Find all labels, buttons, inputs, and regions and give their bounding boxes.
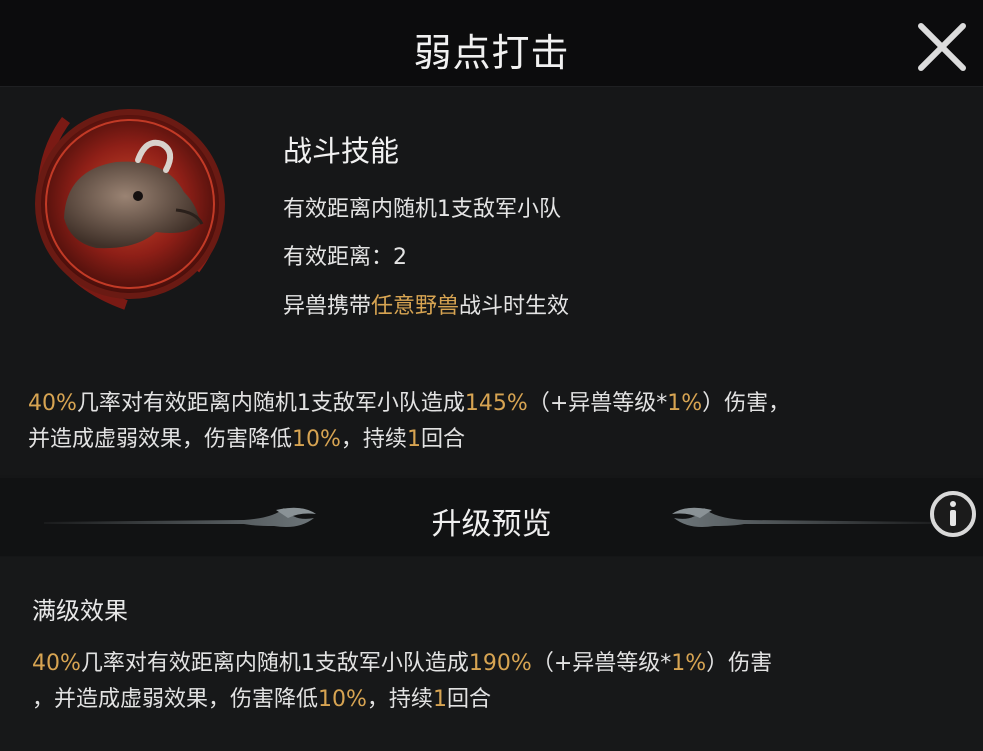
effect-text: 几率对有效距离内随机1支敌军小队造成 — [76, 391, 465, 416]
close-icon — [918, 23, 966, 71]
effect-reduction: 10% — [318, 687, 367, 712]
info-icon — [930, 491, 976, 537]
right-ornament-icon — [672, 507, 944, 527]
effect-chance: 40% — [32, 651, 81, 676]
effect-duration: 1 — [406, 427, 421, 452]
close-button[interactable] — [913, 18, 971, 76]
condition-suffix: 战斗时生效 — [459, 294, 570, 319]
skill-icon — [26, 100, 234, 310]
skill-target: 有效距离内随机1支敌军小队 — [283, 197, 561, 222]
condition-highlight: 任意野兽 — [371, 294, 460, 319]
page-title: 弱点打击 — [413, 31, 570, 75]
skill-effect-description: 40%几率对有效距离内随机1支敌军小队造成145%（+异兽等级*1%）伤害， 并造… — [28, 386, 958, 458]
effect-text: ，持续 — [366, 687, 433, 712]
effect-text: ，持续 — [340, 427, 407, 452]
effect-text: 几率对有效距离内随机1支敌军小队造成 — [80, 651, 469, 676]
effect-text: 回合 — [446, 687, 491, 712]
skill-range: 有效距离：2 — [283, 245, 407, 270]
effect-damage: 190% — [468, 651, 532, 676]
effect-chance: 40% — [28, 391, 77, 416]
info-button[interactable] — [929, 490, 977, 538]
effect-duration: 1 — [432, 687, 447, 712]
effect-text: ）伤害 — [706, 651, 773, 676]
condition-prefix: 异兽携带 — [283, 294, 372, 319]
effect-scaling: 1% — [667, 391, 703, 416]
boar-skill-icon — [35, 109, 225, 310]
effect-text: ，并造成虚弱效果，伤害降低 — [32, 687, 319, 712]
skill-type: 战斗技能 — [283, 134, 400, 168]
max-level-label: 满级效果 — [32, 597, 128, 625]
effect-scaling: 1% — [671, 651, 707, 676]
effect-reduction: 10% — [292, 427, 341, 452]
effect-text: （+异兽等级* — [531, 651, 672, 676]
skill-condition: 异兽携带任意野兽战斗时生效 — [283, 288, 569, 320]
effect-text: 回合 — [420, 427, 465, 452]
effect-text: 并造成虚弱效果，伤害降低 — [28, 427, 293, 452]
effect-text: ）伤害， — [702, 391, 791, 416]
effect-damage: 145% — [464, 391, 528, 416]
effect-text: （+异兽等级* — [527, 391, 668, 416]
max-level-effect-description: 40%几率对有效距离内随机1支敌军小队造成190%（+异兽等级*1%）伤害 ，并造… — [32, 646, 962, 718]
